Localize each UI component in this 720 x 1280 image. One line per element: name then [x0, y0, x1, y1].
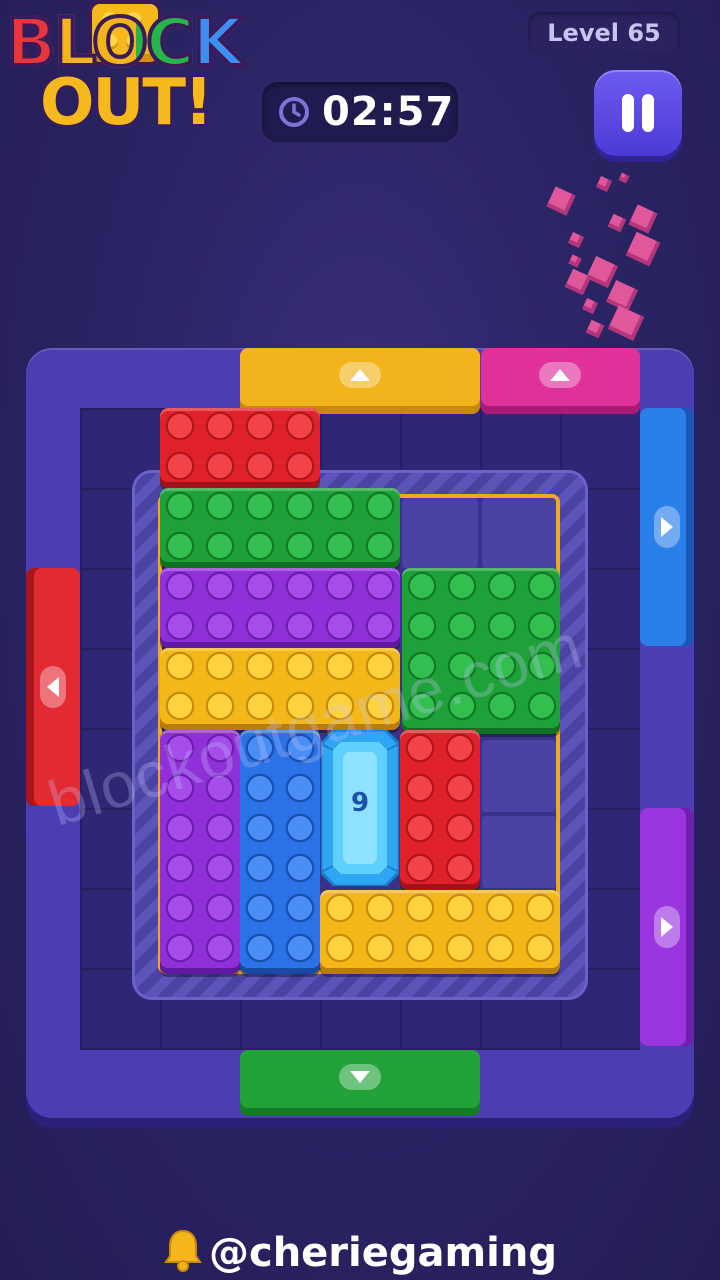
block-green-wide[interactable]	[160, 488, 400, 568]
gate-left-red[interactable]	[26, 568, 80, 806]
clock-icon	[279, 97, 309, 127]
empty-cell	[482, 498, 556, 568]
level-indicator: Level 65	[528, 12, 680, 54]
particle-effect	[540, 172, 670, 352]
arrow-right-icon	[654, 906, 680, 948]
arrow-right-icon	[654, 506, 680, 548]
arrow-up-icon	[539, 362, 581, 388]
countdown-timer: 02:57	[262, 82, 458, 142]
gem-counter: 9	[350, 788, 370, 818]
arrow-down-icon	[339, 1064, 381, 1090]
empty-cell	[402, 498, 478, 568]
gate-right-purple[interactable]	[640, 808, 694, 1046]
arrow-left-icon	[40, 666, 66, 708]
game-logo: BLOCK OUT!	[0, 0, 270, 160]
gate-top-pink[interactable]	[481, 348, 640, 414]
block-red-top[interactable]	[160, 408, 320, 488]
footer-handle-text: @cheriegaming	[208, 1230, 557, 1276]
block-red-tall[interactable]	[400, 730, 480, 890]
gate-top-yellow[interactable]	[240, 348, 480, 414]
block-yellow-bottom[interactable]	[320, 890, 560, 974]
footer-handle: @cheriegaming	[0, 1228, 720, 1276]
block-purple-wide[interactable]	[160, 568, 400, 648]
empty-cell	[482, 740, 556, 812]
arrow-up-icon	[339, 362, 381, 388]
bell-icon	[164, 1229, 202, 1272]
block-green-square[interactable]	[402, 568, 560, 734]
empty-cell	[482, 816, 556, 888]
timer-value: 02:57	[322, 89, 455, 135]
block-yellow-wide[interactable]	[160, 648, 400, 730]
gem-block[interactable]: 9	[319, 728, 401, 888]
gate-bottom-green[interactable]	[240, 1050, 480, 1116]
block-purple-tall[interactable]	[160, 730, 240, 974]
block-blue-tall[interactable]	[240, 730, 320, 974]
logo-title-line2: OUT!	[38, 64, 215, 142]
gate-right-blue[interactable]	[640, 408, 694, 646]
pause-button[interactable]	[594, 70, 682, 156]
